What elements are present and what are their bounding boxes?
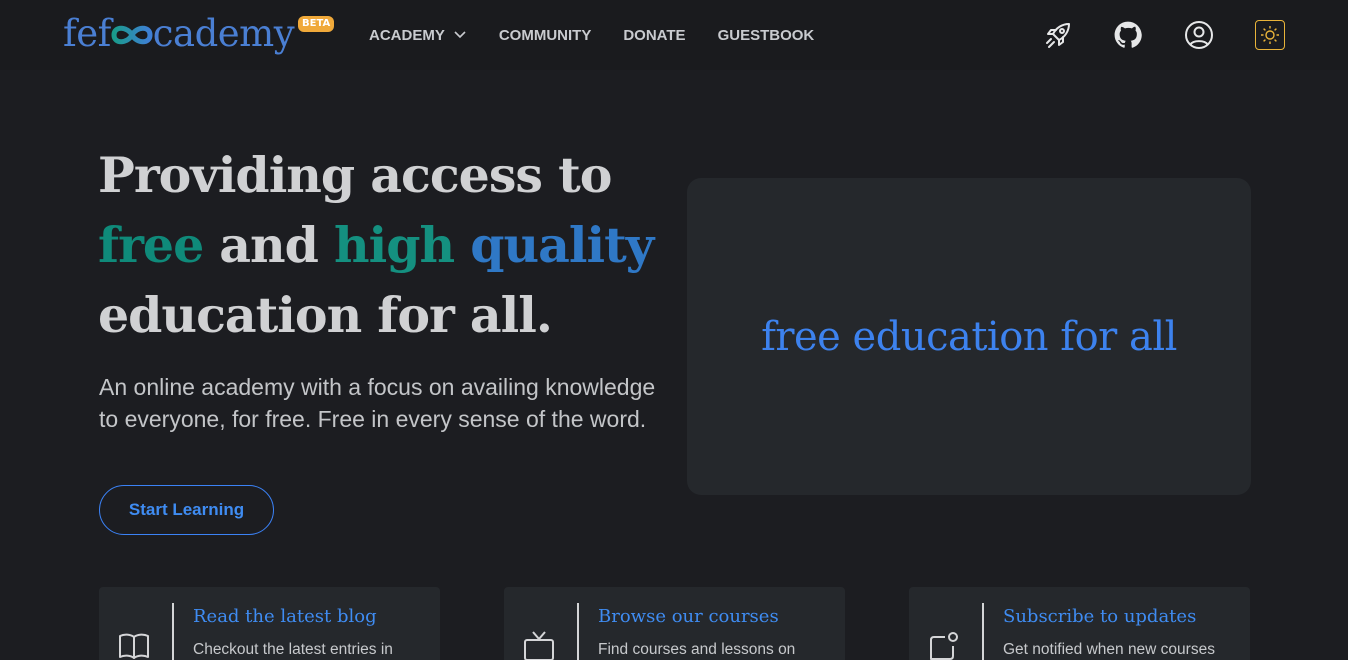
feature-card-courses[interactable]: Browse our courses Find courses and less…: [504, 587, 845, 660]
rocket-icon[interactable]: [1041, 18, 1075, 52]
feature-card-subscribe[interactable]: Subscribe to updates Get notified when n…: [909, 587, 1250, 660]
nav-community[interactable]: COMMUNITY: [499, 27, 592, 44]
nav-guestbook-label: GUESTBOOK: [717, 26, 815, 44]
github-icon[interactable]: [1111, 18, 1145, 52]
feature-divider: [577, 603, 579, 660]
tv-icon: [522, 629, 556, 660]
hero-card-text: free education for all: [761, 313, 1177, 360]
book-icon: [117, 629, 151, 660]
feature-title[interactable]: Subscribe to updates: [1003, 606, 1196, 627]
feature-divider: [982, 603, 984, 660]
feature-description: Get notified when new courses: [1003, 641, 1215, 658]
hero-heading-line3: education for all.: [98, 286, 553, 344]
notification-icon: [927, 629, 961, 660]
logo-text-prefix: fef: [63, 12, 111, 55]
start-learning-button[interactable]: Start Learning: [99, 485, 274, 535]
nav-academy-label: ACADEMY: [369, 26, 445, 44]
site-logo[interactable]: fef cademy: [63, 12, 295, 56]
nav-donate[interactable]: DONATE: [623, 27, 685, 44]
feature-title[interactable]: Read the latest blog: [193, 606, 377, 627]
nav-community-label: COMMUNITY: [498, 26, 592, 44]
nav-donate-label: DONATE: [623, 26, 686, 44]
nav-guestbook[interactable]: GUESTBOOK: [718, 27, 815, 44]
feature-description: Checkout the latest entries in: [193, 641, 393, 658]
theme-toggle-button[interactable]: [1255, 20, 1285, 50]
logo-text-suffix: cademy: [152, 12, 295, 55]
main-nav: ACADEMY COMMUNITY DONATE GUESTBOOK: [369, 24, 814, 46]
hero-heading-and: and: [203, 216, 335, 274]
nav-academy[interactable]: ACADEMY: [369, 27, 467, 44]
feature-card-blog[interactable]: Read the latest blog Checkout the latest…: [99, 587, 440, 660]
infinity-icon: [111, 12, 153, 56]
hero-heading-quality: quality: [470, 216, 654, 274]
hero-description: An online academy with a focus on availi…: [99, 374, 656, 432]
hero-heading-line1: Providing access to: [98, 146, 612, 204]
hero-heading-high: high: [334, 216, 455, 274]
site-header: fef cademy BETA ACADEMY COMMUNITY DONATE…: [0, 0, 1348, 70]
user-account-icon[interactable]: [1182, 18, 1216, 52]
feature-divider: [172, 603, 174, 660]
sun-icon: [1261, 26, 1279, 44]
beta-badge: BETA: [298, 16, 335, 32]
hero-heading-free: free: [98, 216, 204, 274]
chevron-down-icon: [453, 27, 467, 44]
hero-heading: Providing access to free and high qualit…: [98, 140, 658, 350]
feature-description: Find courses and lessons on: [598, 641, 796, 658]
feature-title[interactable]: Browse our courses: [598, 606, 779, 627]
hero-card: free education for all: [687, 178, 1251, 495]
